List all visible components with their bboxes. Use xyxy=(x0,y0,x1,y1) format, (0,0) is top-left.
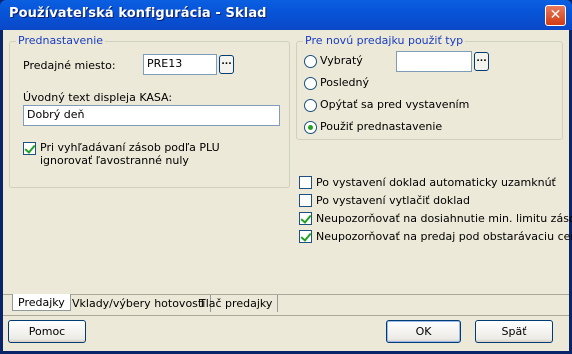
radio-use-default[interactable] xyxy=(304,121,317,134)
radio-use-default-label: Použiť prednastavenie xyxy=(320,120,443,133)
option-print-after-issue-checkbox[interactable] xyxy=(299,194,312,207)
selected-type-input[interactable] xyxy=(396,51,472,72)
option-min-stock-warning-checkbox[interactable] xyxy=(299,212,312,225)
tab-sales[interactable]: Predajky xyxy=(12,294,71,311)
new-sale-type-legend: Pre novú predajku použiť typ xyxy=(303,34,466,47)
help-button[interactable]: Pomoc xyxy=(8,320,86,343)
title-bar[interactable]: Používateľská konfigurácia - Sklad ✕ xyxy=(0,0,572,30)
option-below-cost-warning-label: Neupozorňovať na predaj pod obstarávaciu… xyxy=(316,230,572,243)
back-button[interactable]: Späť xyxy=(475,320,553,343)
defaults-group: Prednastavenie Predajné miesto: PRE13 ..… xyxy=(9,34,290,188)
ignore-leading-zeros-label-line2: ignorovať ľavostranné nuly xyxy=(40,154,189,167)
window-title: Používateľská konfigurácia - Sklad xyxy=(9,6,267,21)
radio-selected-type[interactable] xyxy=(304,55,317,68)
ok-button[interactable]: OK xyxy=(386,320,461,343)
option-min-stock-warning-label: Neupozorňovať na dosiahnutie min. limitu… xyxy=(316,212,572,225)
radio-ask-before-issue[interactable] xyxy=(304,99,317,112)
radio-last-type[interactable] xyxy=(304,77,317,90)
tab-cash-deposits[interactable]: Vklady/výbery hotovosti xyxy=(67,295,212,312)
radio-selected-type-label: Vybratý xyxy=(320,54,363,67)
radio-ask-before-issue-label: Opýtať sa pred vystavením xyxy=(320,98,470,111)
close-icon[interactable]: ✕ xyxy=(545,5,566,26)
sale-point-input[interactable]: PRE13 xyxy=(143,54,217,75)
new-sale-type-group: Pre novú predajku použiť typ Vybratý ...… xyxy=(296,34,563,140)
tab-sale-printing[interactable]: Tlač predajky xyxy=(194,295,279,312)
option-below-cost-warning-checkbox[interactable] xyxy=(299,230,312,243)
sale-point-label: Predajné miesto: xyxy=(23,59,116,72)
radio-last-type-label: Posledný xyxy=(320,76,369,89)
sale-point-ellipsis-icon[interactable]: ... xyxy=(219,55,234,74)
option-auto-lock-label: Po vystavení doklad automaticky uzamknúť xyxy=(316,176,556,189)
option-auto-lock-checkbox[interactable] xyxy=(299,176,312,189)
dialog-window: Používateľská konfigurácia - Sklad ✕ Pre… xyxy=(0,0,572,354)
footer-divider xyxy=(3,315,569,316)
defaults-group-legend: Prednastavenie xyxy=(16,34,106,47)
option-print-after-issue-label: Po vystavení vytlačiť doklad xyxy=(316,194,470,207)
display-text-input[interactable]: Dobrý deň xyxy=(23,105,280,126)
dialog-client-area: Prednastavenie Predajné miesto: PRE13 ..… xyxy=(3,30,572,351)
display-text-label: Úvodný text displeja KASA: xyxy=(23,91,173,104)
ignore-leading-zeros-label-line1: Pri vyhľadávaní zásob podľa PLU xyxy=(40,141,220,154)
ignore-leading-zeros-checkbox[interactable] xyxy=(23,142,36,155)
selected-type-ellipsis-icon[interactable]: ... xyxy=(474,52,489,71)
